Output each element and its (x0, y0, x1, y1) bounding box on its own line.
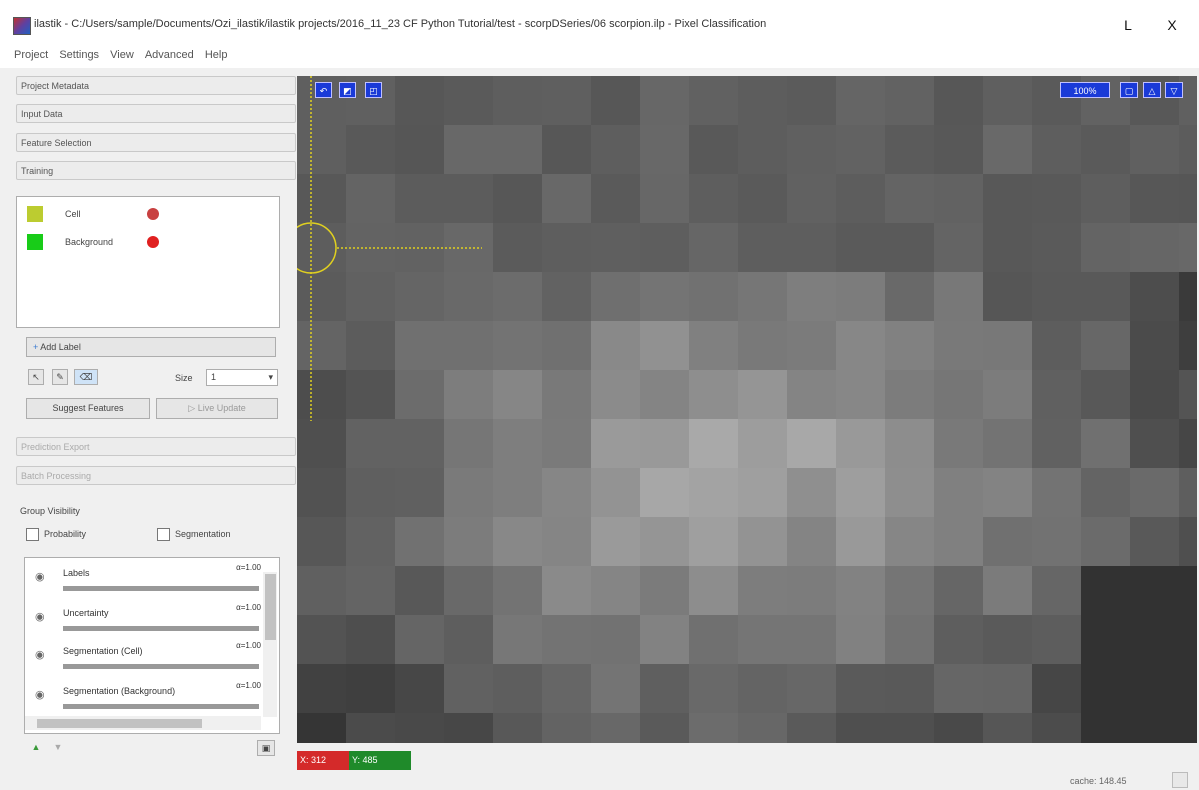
layer-list: ◉ Labels α=1.00 ◉ Uncertainty α=1.00 ◉ S… (24, 557, 280, 734)
pick-color-icon[interactable] (147, 208, 159, 220)
brush-tool-button[interactable]: ✎ (52, 369, 68, 385)
eye-icon[interactable]: ◉ (35, 688, 45, 701)
live-update-button[interactable]: ▷ Live Update (156, 398, 278, 419)
square-icon: ▢ (1124, 86, 1134, 96)
size-label: Size (175, 373, 193, 383)
corner-icon: ◰ (369, 86, 378, 96)
chevron-down-icon: ▾ (268, 372, 273, 382)
ilastik-app-icon (13, 17, 31, 35)
minimize-button[interactable]: L (1106, 10, 1150, 40)
label-color-swatch[interactable] (27, 234, 43, 250)
undo-view-button[interactable]: ↶ (315, 82, 332, 98)
label-name[interactable]: Background (65, 237, 113, 247)
layer-opacity: α=1.00 (236, 641, 261, 650)
layer-opacity-bar[interactable] (63, 626, 259, 631)
eye-icon[interactable]: ◉ (35, 610, 45, 623)
applet-feature-selection[interactable]: Feature Selection (16, 133, 296, 152)
layer-down-button[interactable]: ▼ (50, 740, 66, 756)
applet-training[interactable]: Training (16, 161, 296, 180)
menu-bar: Project Settings View Advanced Help (0, 46, 1199, 68)
segmentation-checkbox[interactable] (157, 528, 170, 541)
undo-icon: ↶ (319, 86, 328, 96)
image-viewer[interactable]: ↶ ◩ ◰ 100% ▢ △ ▽ (297, 76, 1197, 743)
label-name[interactable]: Cell (65, 209, 81, 219)
close-button[interactable]: X (1150, 10, 1194, 40)
layer-opacity: α=1.00 (236, 681, 261, 690)
menu-view[interactable]: View (106, 46, 138, 61)
brush-icon: ✎ (56, 372, 64, 382)
layer-opacity: α=1.00 (236, 603, 261, 612)
fit-view-button[interactable]: ▢ (1120, 82, 1138, 98)
pick-color-icon[interactable] (147, 236, 159, 248)
restore-view-button[interactable]: ◩ (339, 82, 356, 98)
probability-checkbox[interactable] (26, 528, 39, 541)
applet-batch-processing[interactable]: Batch Processing (16, 466, 296, 485)
maximize-view-button[interactable]: ◰ (365, 82, 382, 98)
pointer-icon: ↖ (32, 372, 40, 382)
applet-project-metadata[interactable]: Project Metadata (16, 76, 296, 95)
segmentation-label: Segmentation (175, 529, 231, 539)
plus-icon: + (33, 342, 39, 352)
arrow-down-icon: ▼ (53, 742, 63, 752)
brush-size-select[interactable]: 1 ▾ (206, 369, 278, 386)
eye-icon[interactable]: ◉ (35, 648, 45, 661)
layer-opacity-bar[interactable] (63, 664, 259, 669)
menu-settings[interactable]: Settings (55, 46, 103, 61)
status-cache: cache: 148.45 (1070, 776, 1127, 786)
arrow-up-icon: ▲ (31, 742, 41, 752)
layer-name: Segmentation (Cell) (63, 646, 143, 656)
group-visibility-title: Group Visibility (20, 506, 80, 516)
square-icon: ◩ (343, 86, 352, 96)
crosshair-overlay (297, 76, 482, 421)
layer-item-segmentation-cell[interactable]: ◉ Segmentation (Cell) α=1.00 (25, 638, 261, 680)
layer-item-uncertainty[interactable]: ◉ Uncertainty α=1.00 (25, 600, 261, 642)
play-icon: ▷ (188, 403, 198, 413)
menu-project[interactable]: Project (10, 46, 52, 61)
brush-cursor (297, 222, 337, 274)
scrollbar-thumb[interactable] (37, 719, 202, 728)
triangle-down-icon: ▽ (1170, 86, 1178, 96)
menu-help[interactable]: Help (201, 46, 232, 61)
label-list: Cell Background (16, 196, 280, 328)
applet-prediction-export[interactable]: Prediction Export (16, 437, 296, 456)
layer-name: Labels (63, 568, 90, 578)
label-row-cell[interactable]: Cell (27, 203, 267, 225)
layer-list-vertical-scrollbar[interactable] (263, 572, 277, 717)
label-color-swatch[interactable] (27, 206, 43, 222)
applet-input-data[interactable]: Input Data (16, 104, 296, 123)
layer-settings-button[interactable]: ▣ (257, 740, 275, 756)
suggest-features-button[interactable]: Suggest Features (26, 398, 150, 419)
zoom-level-button[interactable]: 100% (1060, 82, 1110, 98)
add-label-button[interactable]: + Add Label (26, 337, 276, 357)
settings-icon: ▣ (261, 743, 271, 753)
window-title: ilastik - C:/Users/sample/Documents/Ozi_… (34, 18, 767, 30)
layer-opacity-bar[interactable] (63, 704, 259, 709)
title-bar: ilastik - C:/Users/sample/Documents/Ozi_… (0, 0, 1199, 47)
layer-item-segmentation-background[interactable]: ◉ Segmentation (Background) α=1.00 (25, 678, 261, 720)
layer-item-labels[interactable]: ◉ Labels α=1.00 (25, 560, 261, 602)
slice-down-button[interactable]: ▽ (1165, 82, 1183, 98)
x-coordinate-badge: X: 312 (297, 751, 349, 770)
y-coordinate-badge: Y: 485 (349, 751, 411, 770)
menu-advanced[interactable]: Advanced (141, 46, 198, 61)
layer-opacity-bar[interactable] (63, 586, 259, 591)
scrollbar-thumb[interactable] (265, 574, 276, 640)
navigation-tool-button[interactable]: ↖ (28, 369, 44, 385)
probability-label: Probability (44, 529, 87, 539)
layer-up-button[interactable]: ▲ (28, 740, 44, 756)
eraser-tool-button[interactable]: ⌫ (74, 369, 98, 385)
layer-name: Segmentation (Background) (63, 686, 176, 696)
cache-monitor-button[interactable] (1172, 772, 1188, 788)
eraser-icon: ⌫ (79, 372, 93, 382)
layer-name: Uncertainty (63, 608, 109, 618)
slice-up-button[interactable]: △ (1143, 82, 1161, 98)
triangle-up-icon: △ (1148, 86, 1156, 96)
label-row-background[interactable]: Background (27, 231, 267, 253)
layer-list-horizontal-scrollbar[interactable] (25, 716, 261, 730)
eye-icon[interactable]: ◉ (35, 570, 45, 583)
layer-opacity: α=1.00 (236, 563, 261, 572)
